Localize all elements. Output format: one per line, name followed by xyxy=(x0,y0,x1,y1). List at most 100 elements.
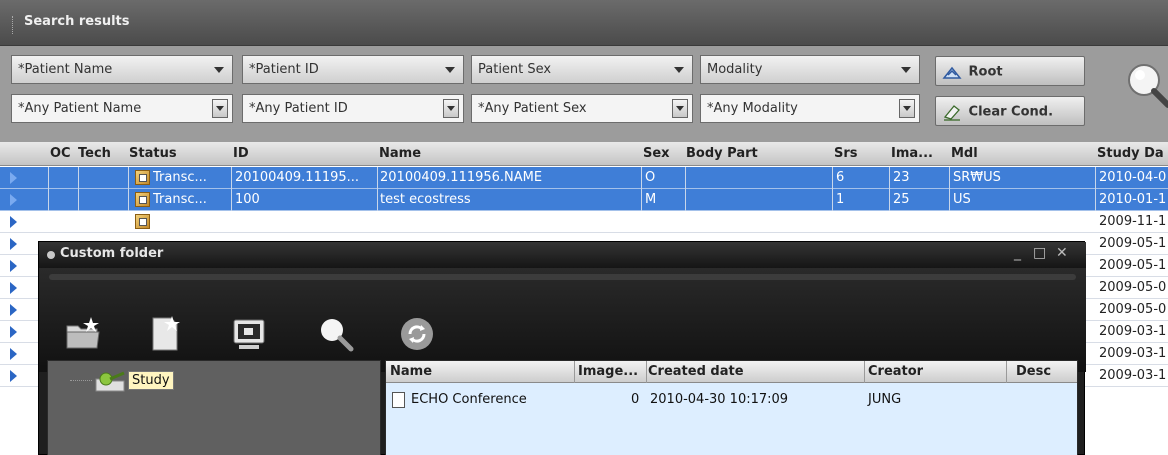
cell-series: 1 xyxy=(836,192,845,207)
cell-study-date: 2009-05-1 xyxy=(1099,236,1167,251)
patient-sex-filter-combo[interactable]: *Any Patient Sex xyxy=(471,94,693,123)
folder-list-header: Name Image... Created date Creator Desc xyxy=(386,361,1077,383)
maximize-button[interactable]: □ xyxy=(1033,245,1046,261)
item-name: ECHO Conference xyxy=(411,392,527,407)
folder-list: Name Image... Created date Creator Desc … xyxy=(385,360,1078,455)
row-indicator-icon xyxy=(10,172,17,184)
custom-folder-title: Custom folder xyxy=(60,246,164,261)
filter-area: *Patient Name *Patient ID Patient Sex Mo… xyxy=(0,46,1168,142)
patient-sex-field-select[interactable]: Patient Sex xyxy=(471,55,693,84)
minimize-button[interactable]: _ xyxy=(1014,245,1021,261)
tree-connector xyxy=(70,380,92,381)
monitor-icon[interactable] xyxy=(229,314,269,354)
column-header-creator[interactable]: Creator xyxy=(868,364,923,379)
modality-filter-value: *Any Modality xyxy=(707,101,798,116)
document-icon xyxy=(392,392,405,408)
eraser-icon xyxy=(943,105,960,121)
custom-folder-window: Custom folder _ □ ✕ Study Name Image... … xyxy=(38,241,1086,455)
cell-name: test ecostress xyxy=(380,192,471,207)
grid-header: OC Tech Status ID Name Sex Body Part Srs… xyxy=(0,142,1168,166)
row-indicator-icon xyxy=(10,282,17,294)
titlebar-grip[interactable] xyxy=(12,16,15,34)
row-indicator-icon xyxy=(10,326,17,338)
cell-study-date: 2010-04-0 xyxy=(1099,170,1167,185)
cell-study-date: 2009-11-1 xyxy=(1099,214,1167,229)
cell-images: 25 xyxy=(893,192,910,207)
cell-id: 100 xyxy=(235,192,260,207)
tree-node-study[interactable]: Study xyxy=(128,371,174,390)
modality-field-select[interactable]: Modality xyxy=(700,55,920,84)
column-header-body-part[interactable]: Body Part xyxy=(686,146,758,161)
dropdown-button[interactable] xyxy=(899,99,915,118)
column-header-name[interactable]: Name xyxy=(379,146,421,161)
window-status-icon xyxy=(47,251,55,259)
column-header-study-date[interactable]: Study Da xyxy=(1097,146,1164,161)
chevron-down-icon xyxy=(445,67,455,73)
patient-id-filter-combo[interactable]: *Any Patient ID xyxy=(242,94,464,123)
cell-study-date: 2009-05-0 xyxy=(1099,302,1167,317)
root-button[interactable]: Root xyxy=(935,56,1085,86)
patient-name-filter-value: *Any Patient Name xyxy=(18,101,142,116)
cell-study-date: 2009-05-1 xyxy=(1099,258,1167,273)
cell-status: Transc... xyxy=(153,192,207,207)
search-icon[interactable] xyxy=(315,314,355,354)
row-indicator-icon xyxy=(10,238,17,250)
cell-status: Transc... xyxy=(153,170,207,185)
table-row[interactable]: Transc... 20100409.11195... 20100409.111… xyxy=(0,167,1168,189)
column-header-images[interactable]: Ima... xyxy=(891,146,933,161)
search-icon[interactable] xyxy=(1122,60,1168,110)
cell-study-date: 2009-03-1 xyxy=(1099,346,1167,361)
column-header-tech[interactable]: Tech xyxy=(78,146,111,161)
column-header-modality[interactable]: Mdl xyxy=(951,146,978,161)
new-folder-icon[interactable] xyxy=(63,314,103,354)
study-folder-icon xyxy=(95,371,125,392)
transfer-status-icon xyxy=(135,214,150,229)
chevron-down-icon xyxy=(214,67,224,73)
column-header-images[interactable]: Image... xyxy=(578,364,638,379)
custom-folder-titlebar[interactable]: Custom folder _ □ ✕ xyxy=(39,242,1086,268)
dropdown-button[interactable] xyxy=(212,99,228,118)
patient-id-field-select[interactable]: *Patient ID xyxy=(242,55,464,84)
patient-name-field-select[interactable]: *Patient Name xyxy=(11,55,233,84)
folder-tree: Study xyxy=(47,360,381,455)
cell-study-date: 2009-03-1 xyxy=(1099,324,1167,339)
chevron-down-icon xyxy=(901,67,911,73)
column-header-name[interactable]: Name xyxy=(390,364,432,379)
column-header-id[interactable]: ID xyxy=(233,146,249,161)
patient-id-field-label: *Patient ID xyxy=(249,62,319,77)
close-button[interactable]: ✕ xyxy=(1056,245,1068,261)
row-indicator-icon xyxy=(10,194,17,206)
clear-conditions-button[interactable]: Clear Cond. xyxy=(935,96,1085,126)
column-header-status[interactable]: Status xyxy=(129,146,177,161)
modality-field-label: Modality xyxy=(707,62,763,77)
dropdown-button[interactable] xyxy=(443,99,459,118)
patient-sex-filter-value: *Any Patient Sex xyxy=(478,101,587,116)
table-row[interactable]: 2009-11-1 xyxy=(0,211,1168,233)
dropdown-button[interactable] xyxy=(672,99,688,118)
root-button-label: Root xyxy=(968,64,1003,80)
cell-id: 20100409.11195... xyxy=(235,170,360,185)
transfer-status-icon xyxy=(135,192,150,207)
cell-name: 20100409.111956.NAME xyxy=(380,170,543,185)
patient-name-filter-combo[interactable]: *Any Patient Name xyxy=(11,94,233,123)
column-header-srs[interactable]: Srs xyxy=(834,146,858,161)
chevron-down-icon xyxy=(674,67,684,73)
cell-images: 23 xyxy=(893,170,910,185)
search-results-panel: Search results *Patient Name *Patient ID… xyxy=(0,0,1168,455)
refresh-icon[interactable] xyxy=(397,314,437,354)
cell-modality: SR₩US xyxy=(953,170,1001,185)
custom-folder-toolbar xyxy=(39,268,1086,372)
cell-series: 6 xyxy=(836,170,845,185)
column-header-sex[interactable]: Sex xyxy=(643,146,670,161)
row-indicator-icon xyxy=(10,370,17,382)
toolbar-divider xyxy=(49,274,1076,280)
column-header-desc[interactable]: Desc xyxy=(1016,364,1051,379)
table-row[interactable]: Transc... 100 test ecostress M 1 25 US 2… xyxy=(0,189,1168,211)
modality-filter-combo[interactable]: *Any Modality xyxy=(700,94,920,123)
column-header-created-date[interactable]: Created date xyxy=(648,364,744,379)
cell-study-date: 2009-03-1 xyxy=(1099,368,1167,383)
column-header-oc[interactable]: OC xyxy=(50,146,71,161)
new-document-icon[interactable] xyxy=(145,314,185,354)
item-image-count: 0 xyxy=(631,392,640,407)
item-creator: JUNG xyxy=(868,392,902,407)
